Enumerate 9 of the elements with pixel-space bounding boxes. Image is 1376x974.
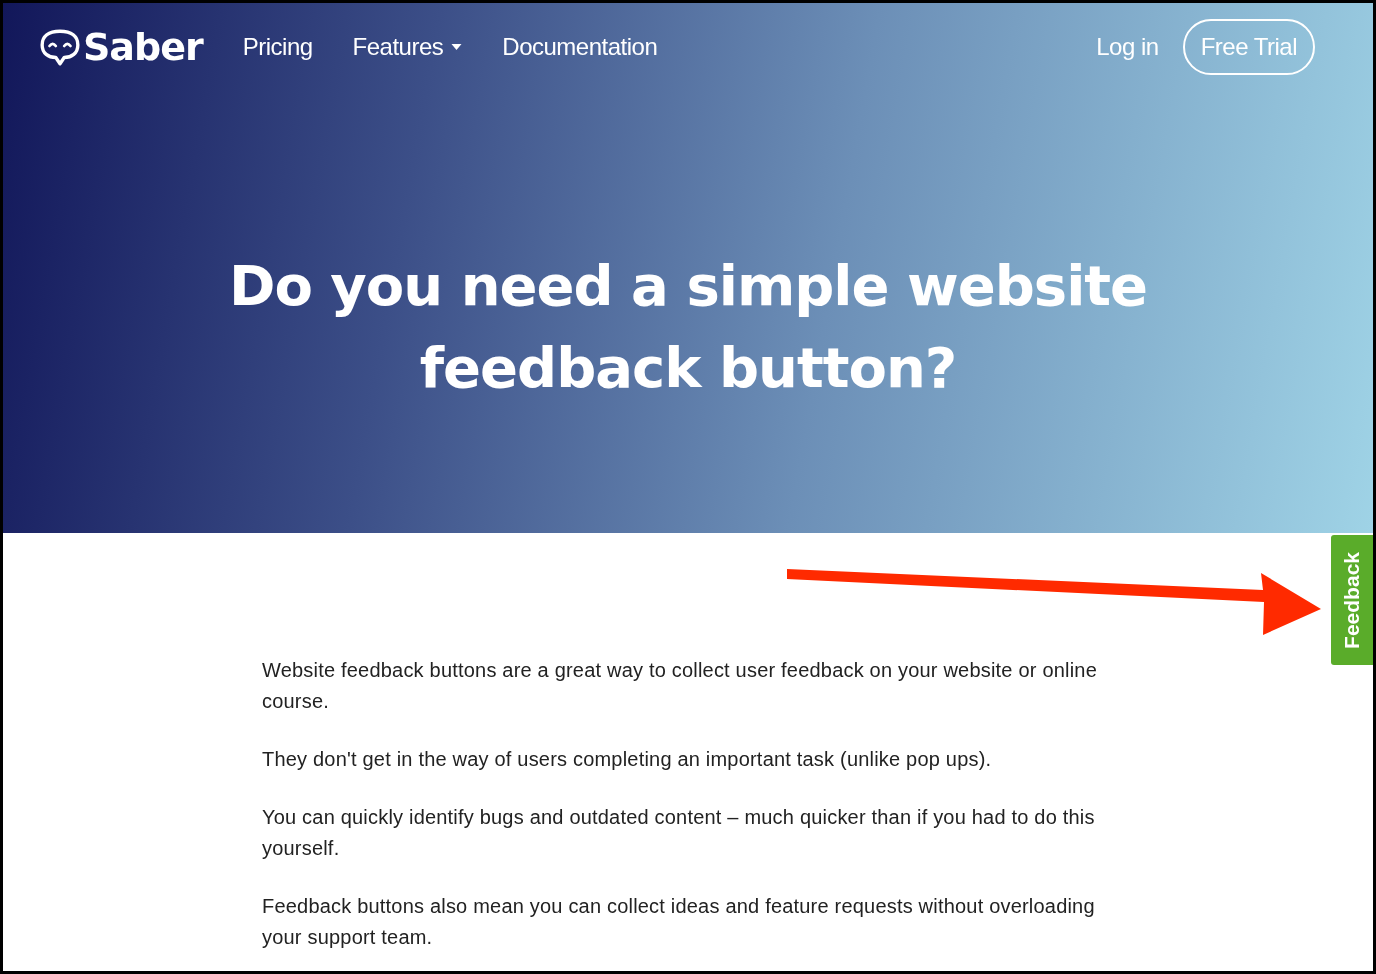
body-paragraph: Website feedback buttons are a great way to collect user feedback on your website or online course. <box>262 658 1098 714</box>
nav-link[interactable]: Pricing <box>242 33 313 61</box>
body-paragraph: Feedback buttons also mean you can collect ideas and feature requests without overloading your support team. <box>262 894 1096 950</box>
body-paragraph: They don't get in the way of users completing an important task (unlike pop ups). <box>262 747 993 772</box>
hero-heading: Do you need a simple website feedback button? <box>227 252 1149 402</box>
nav-link[interactable]: Documentation <box>502 33 658 61</box>
nav-link[interactable]: Features <box>352 33 463 61</box>
logo-wordmark[interactable]: Saber <box>83 25 203 69</box>
body-paragraph: You can quickly identify bugs and outdated content – much quicker than if you had to do this yourself. <box>262 805 1096 861</box>
